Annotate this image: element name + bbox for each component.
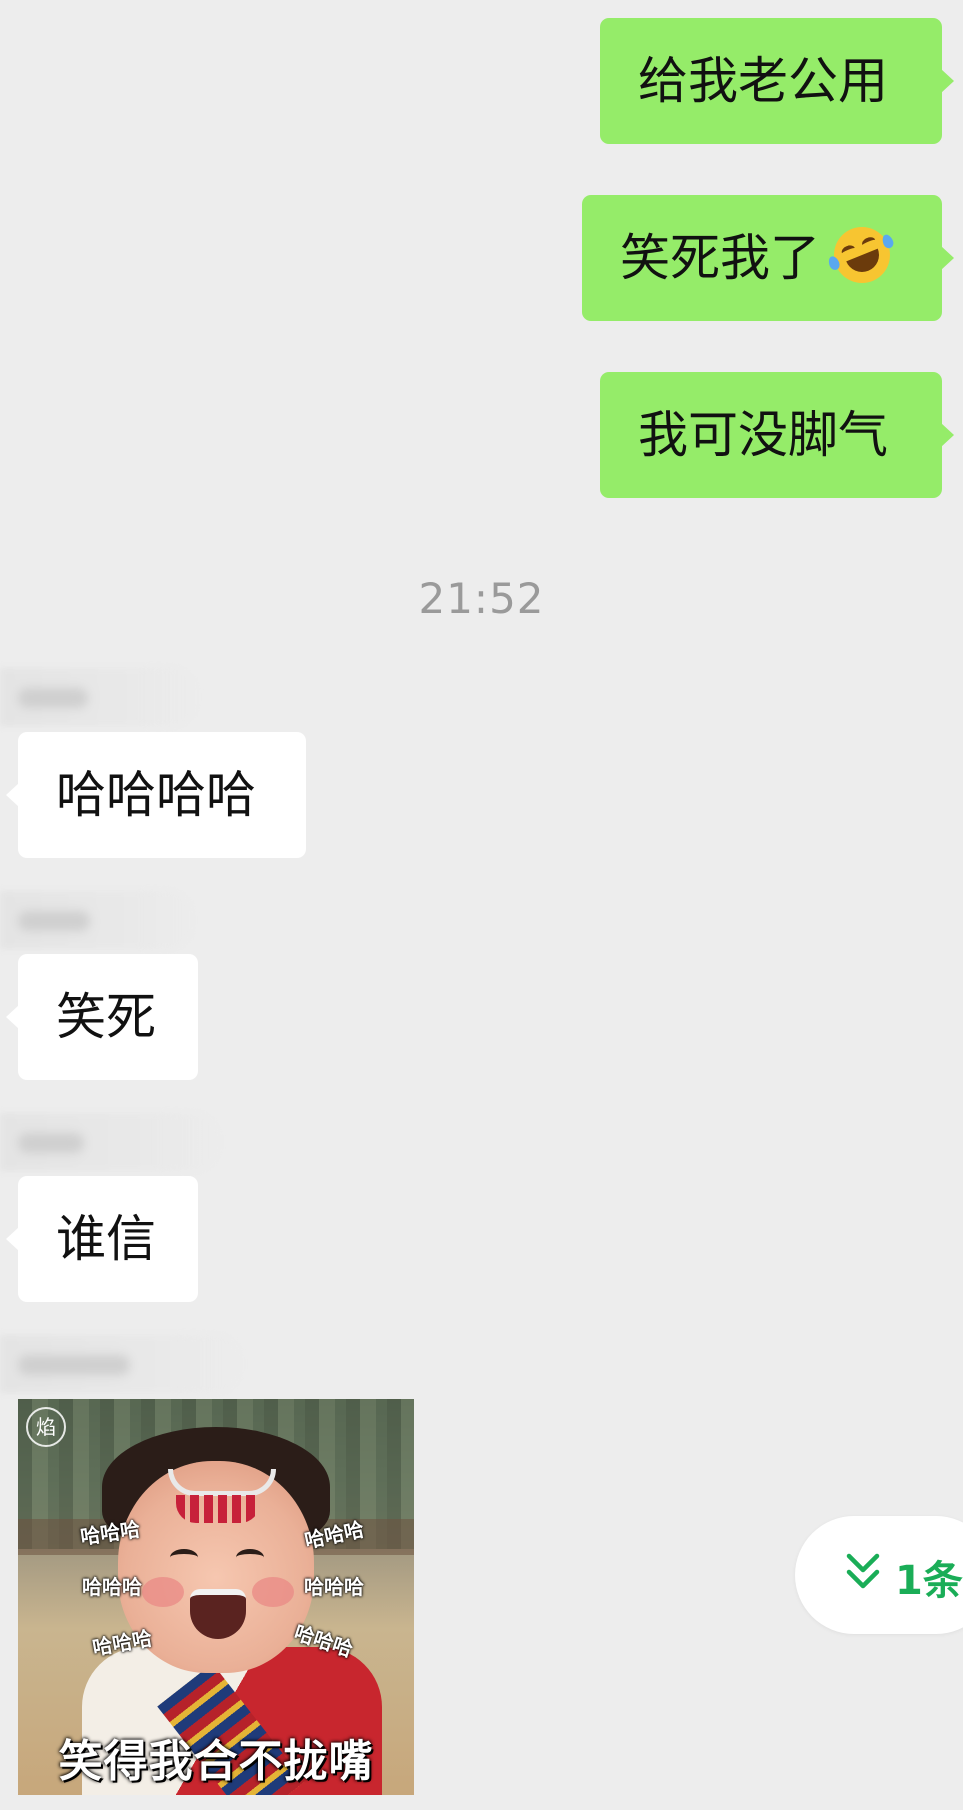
- sticker-overlay-text: 哈哈哈: [304, 1575, 364, 1599]
- sticker-image[interactable]: 焰 哈哈哈 哈哈哈 哈哈哈 哈哈哈 哈哈哈 哈哈哈 笑得我合不拢嘴: [18, 1399, 414, 1795]
- sender-name-blurred: [0, 1335, 244, 1393]
- outgoing-message-bubble[interactable]: 给我老公用: [600, 18, 954, 144]
- incoming-message-bubble[interactable]: 谁信: [6, 1176, 198, 1302]
- new-messages-button[interactable]: 1条: [795, 1516, 963, 1634]
- sticker-overlay-text: 哈哈哈: [82, 1575, 142, 1599]
- sticker-caption: 笑得我合不拢嘴: [58, 1736, 374, 1787]
- outgoing-message-bubble[interactable]: 笑死我了: [582, 195, 954, 321]
- sender-name-blurred: [0, 668, 200, 726]
- sender-name-blurred: [0, 891, 196, 949]
- message-text: 我可没脚气: [638, 406, 888, 464]
- message-text: 给我老公用: [638, 52, 888, 110]
- double-chevron-down-icon: [846, 1553, 880, 1589]
- message-text: 哈哈哈哈: [56, 766, 256, 824]
- sticker-logo-icon: 焰: [26, 1407, 66, 1447]
- incoming-message-bubble[interactable]: 笑死: [6, 954, 198, 1080]
- message-text: 笑死: [56, 988, 156, 1046]
- message-text: 谁信: [56, 1210, 156, 1268]
- outgoing-message-bubble[interactable]: 我可没脚气: [600, 372, 954, 498]
- message-text: 笑死我了: [620, 229, 820, 287]
- sender-name-blurred: [0, 1113, 222, 1171]
- chat-timestamp: 21:52: [418, 574, 545, 623]
- rolling-on-floor-laughing-emoji-icon: [825, 218, 899, 292]
- incoming-message-bubble[interactable]: 哈哈哈哈: [6, 732, 306, 858]
- new-messages-count: 1条: [895, 1558, 963, 1604]
